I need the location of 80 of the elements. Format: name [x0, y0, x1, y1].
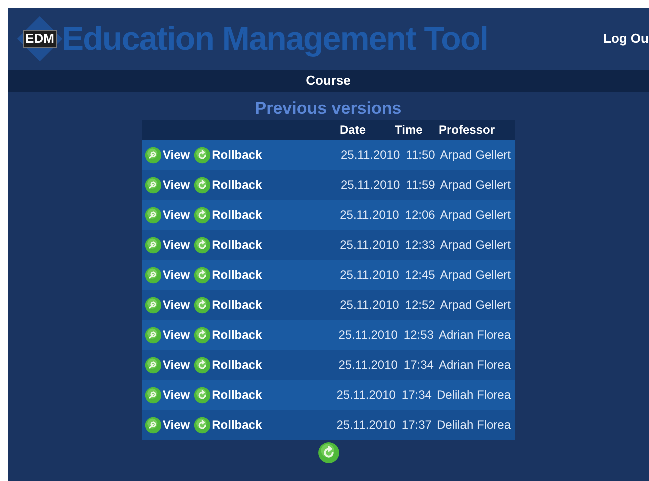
table-cell-text: 25.11.2010 [336, 417, 396, 434]
view-button[interactable]: View [145, 386, 190, 404]
section-title: Previous versions [255, 98, 402, 120]
magnifier-icon [145, 296, 162, 314]
table-cell-text: Delilah Florea [436, 387, 511, 404]
view-button[interactable]: View [145, 326, 190, 344]
table-cell-text: 12:52 [405, 297, 436, 314]
table-cell-text: Arpad Gellert [440, 297, 511, 314]
table-cell-text: 25.11.2010 [340, 297, 400, 314]
magnifier-icon [145, 326, 162, 344]
view-button[interactable]: View [145, 416, 190, 434]
magnifier-icon [145, 416, 162, 434]
table-cell-text: 17:37 [402, 417, 432, 434]
refresh-icon [194, 416, 212, 434]
view-button[interactable]: View [145, 206, 190, 224]
view-button[interactable]: View [145, 146, 190, 164]
view-button[interactable]: View [145, 236, 190, 254]
view-button[interactable]: View [145, 356, 190, 374]
rollback-button[interactable]: Rollback [194, 146, 262, 164]
column-header: Professor [438, 122, 496, 139]
refresh-icon [194, 176, 212, 194]
table-cell-text: 25.11.2010 [340, 177, 400, 194]
table-cell-text: Adrian Florea [438, 327, 511, 344]
table-cell-text: 25.11.2010 [340, 267, 400, 284]
magnifier-icon [145, 236, 162, 254]
magnifier-icon [145, 266, 162, 284]
logout-link[interactable]: Log Ou [604, 29, 649, 49]
table-cell-text: 25.11.2010 [338, 357, 398, 374]
table-cell-text: Arpad Gellert [440, 207, 511, 224]
table-cell-text: 12:06 [405, 207, 436, 224]
table-cell-text: Adrian Florea [438, 357, 511, 374]
column-header: Date [340, 122, 368, 139]
table-cell-text: 12:45 [405, 267, 436, 284]
rollback-button[interactable]: Rollback [194, 326, 262, 344]
view-button[interactable]: View [145, 296, 190, 314]
rollback-button[interactable]: Rollback [194, 236, 262, 254]
table-cell-text: 11:59 [406, 177, 436, 194]
magnifier-icon [145, 206, 162, 224]
table-cell-text: Arpad Gellert [440, 177, 511, 194]
table-cell-text: 25.11.2010 [336, 387, 396, 404]
refresh-button[interactable] [318, 442, 340, 464]
refresh-icon [194, 236, 212, 254]
table-cell-text: 12:53 [404, 327, 434, 344]
refresh-icon [194, 146, 212, 164]
table-cell-text: 25.11.2010 [340, 237, 400, 254]
rollback-button[interactable]: Rollback [194, 206, 262, 224]
table-cell-text: Arpad Gellert [440, 237, 511, 254]
refresh-icon [194, 326, 212, 344]
table-cell-text: Delilah Florea [436, 417, 511, 434]
table-cell-text: 25.11.2010 [340, 147, 400, 164]
app-title: Education Management Tool [62, 19, 488, 60]
table-cell-text: Arpad Gellert [440, 267, 511, 284]
rollback-button[interactable]: Rollback [194, 416, 262, 434]
rollback-button[interactable]: Rollback [194, 386, 262, 404]
refresh-icon [194, 386, 212, 404]
view-button[interactable]: View [145, 176, 190, 194]
rollback-button[interactable]: Rollback [194, 296, 262, 314]
rollback-button[interactable]: Rollback [194, 356, 262, 374]
refresh-icon [194, 206, 212, 224]
magnifier-icon [145, 176, 162, 194]
refresh-icon [194, 266, 212, 284]
magnifier-icon [145, 356, 162, 374]
table-cell-text: Arpad Gellert [440, 147, 511, 164]
table-cell-text: 17:34 [402, 387, 432, 404]
table-cell-text: 17:34 [404, 357, 434, 374]
table-cell-text: 25.11.2010 [338, 327, 398, 344]
refresh-icon [318, 442, 340, 464]
rollback-button[interactable]: Rollback [194, 176, 262, 194]
magnifier-icon [145, 386, 162, 404]
table-cell-text: 12:33 [405, 237, 436, 254]
view-button[interactable]: View [145, 266, 190, 284]
magnifier-icon [145, 146, 162, 164]
rollback-button[interactable]: Rollback [194, 266, 262, 284]
column-header: Time [395, 122, 424, 139]
table-cell-text: 25.11.2010 [340, 207, 400, 224]
nav-item[interactable]: Course [306, 71, 351, 91]
refresh-icon [194, 296, 212, 314]
refresh-icon [194, 356, 212, 374]
table-cell-text: 11:50 [406, 147, 436, 164]
logo-badge: EDM [22, 30, 58, 48]
